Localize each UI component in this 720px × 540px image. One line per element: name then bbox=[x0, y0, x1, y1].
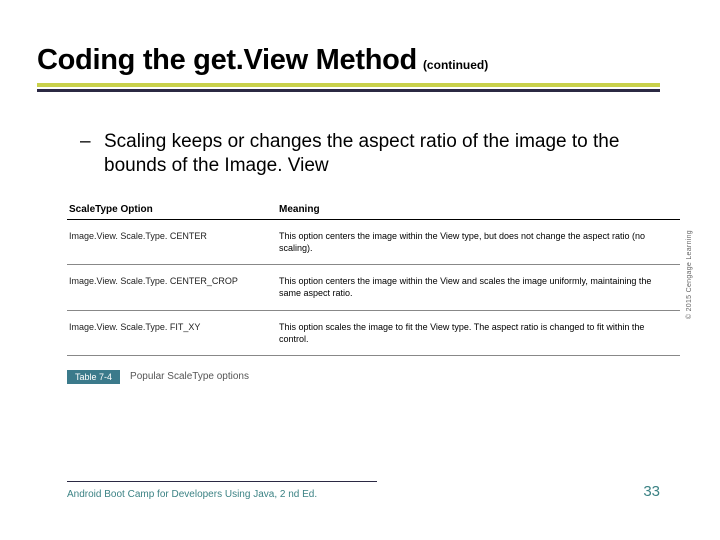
col-header-option: ScaleType Option bbox=[67, 200, 277, 220]
title-rule-gold bbox=[37, 83, 660, 87]
table-number-chip: Table 7-4 bbox=[67, 370, 120, 384]
continued-label: (continued) bbox=[423, 58, 488, 72]
slide-title: Coding the get.View Method bbox=[37, 44, 417, 77]
bullet-item: – Scaling keeps or changes the aspect ra… bbox=[80, 130, 660, 178]
table-row: Image.View. Scale.Type. CENTER_CROP This… bbox=[67, 265, 680, 310]
col-header-meaning: Meaning bbox=[277, 200, 680, 220]
table-header-row: ScaleType Option Meaning bbox=[67, 200, 680, 220]
page-number: 33 bbox=[643, 483, 660, 500]
bullet-marker: – bbox=[80, 130, 94, 178]
scaletype-table: ScaleType Option Meaning Image.View. Sca… bbox=[67, 200, 680, 356]
table-label: Table 7-4 Popular ScaleType options bbox=[67, 370, 680, 384]
cell-option: Image.View. Scale.Type. CENTER_CROP bbox=[67, 265, 277, 310]
table-row: Image.View. Scale.Type. FIT_XY This opti… bbox=[67, 310, 680, 355]
slide-header: Coding the get.View Method (continued) bbox=[37, 44, 660, 92]
cell-meaning: This option centers the image within the… bbox=[277, 220, 680, 265]
cell-option: Image.View. Scale.Type. FIT_XY bbox=[67, 310, 277, 355]
copyright-text: © 2015 Cengage Learning bbox=[686, 230, 693, 319]
table-row: Image.View. Scale.Type. CENTER This opti… bbox=[67, 220, 680, 265]
footer: Android Boot Camp for Developers Using J… bbox=[67, 483, 660, 500]
footer-text: Android Boot Camp for Developers Using J… bbox=[67, 489, 317, 500]
bullet-text: Scaling keeps or changes the aspect rati… bbox=[104, 130, 660, 178]
body-content: – Scaling keeps or changes the aspect ra… bbox=[80, 130, 660, 178]
table-caption: Popular ScaleType options bbox=[130, 371, 249, 382]
title-rule-dark bbox=[37, 89, 660, 92]
cell-meaning: This option scales the image to fit the … bbox=[277, 310, 680, 355]
cell-meaning: This option centers the image within the… bbox=[277, 265, 680, 310]
footer-rule bbox=[67, 481, 377, 482]
title-row: Coding the get.View Method (continued) bbox=[37, 44, 660, 77]
table-wrap: ScaleType Option Meaning Image.View. Sca… bbox=[67, 200, 680, 384]
cell-option: Image.View. Scale.Type. CENTER bbox=[67, 220, 277, 265]
slide: Coding the get.View Method (continued) –… bbox=[0, 0, 720, 540]
